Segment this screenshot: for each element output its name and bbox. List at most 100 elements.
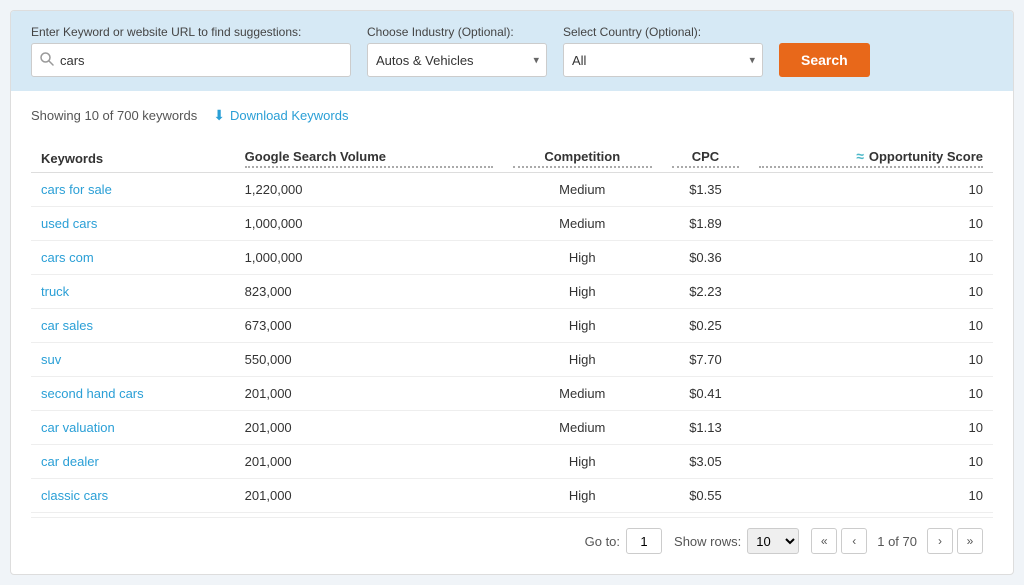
cell-volume: 550,000 xyxy=(235,343,503,377)
show-rows-group: Show rows: 5 10 25 50 100 xyxy=(674,528,799,554)
table-row: suv 550,000 High $7.70 10 xyxy=(31,343,993,377)
prev-page-button[interactable]: ‹ xyxy=(841,528,867,554)
cell-keyword[interactable]: used cars xyxy=(31,207,235,241)
cell-volume: 201,000 xyxy=(235,479,503,513)
col-opportunity-label: Opportunity Score xyxy=(869,149,983,164)
showing-text: Showing 10 of 700 keywords xyxy=(31,108,197,123)
show-rows-select[interactable]: 5 10 25 50 100 xyxy=(747,528,799,554)
cell-competition: High xyxy=(503,445,662,479)
cell-keyword[interactable]: cars for sale xyxy=(31,173,235,207)
cell-opportunity: 10 xyxy=(749,309,993,343)
cell-competition: High xyxy=(503,241,662,275)
show-rows-label: Show rows: xyxy=(674,534,741,549)
pagination-group: « ‹ 1 of 70 › » xyxy=(811,528,983,554)
toolbar: Showing 10 of 700 keywords ⬇ Download Ke… xyxy=(31,107,993,124)
download-label: Download Keywords xyxy=(230,108,349,123)
download-link[interactable]: ⬇ Download Keywords xyxy=(213,107,348,124)
cell-volume: 1,000,000 xyxy=(235,241,503,275)
cell-competition: High xyxy=(503,343,662,377)
cell-opportunity: 10 xyxy=(749,479,993,513)
cell-keyword[interactable]: second hand cars xyxy=(31,377,235,411)
cell-competition: Medium xyxy=(503,411,662,445)
col-competition: Competition xyxy=(503,140,662,173)
cell-volume: 1,000,000 xyxy=(235,207,503,241)
page-info: 1 of 70 xyxy=(871,534,923,549)
search-button[interactable]: Search xyxy=(779,43,870,77)
table-row: cars for sale 1,220,000 Medium $1.35 10 xyxy=(31,173,993,207)
search-icon xyxy=(40,52,54,69)
table-row: car sales 673,000 High $0.25 10 xyxy=(31,309,993,343)
cell-volume: 1,220,000 xyxy=(235,173,503,207)
cell-competition: Medium xyxy=(503,207,662,241)
col-volume: Google Search Volume xyxy=(235,140,503,173)
col-opportunity: ≈ Opportunity Score xyxy=(749,140,993,173)
cell-cpc: $2.23 xyxy=(662,275,749,309)
cell-opportunity: 10 xyxy=(749,445,993,479)
goto-label: Go to: xyxy=(585,534,620,549)
cell-opportunity: 10 xyxy=(749,275,993,309)
table-header-row: Keywords Google Search Volume Competitio… xyxy=(31,140,993,173)
keyword-field-group: Enter Keyword or website URL to find sug… xyxy=(31,25,351,77)
cell-cpc: $0.41 xyxy=(662,377,749,411)
cell-competition: High xyxy=(503,479,662,513)
keyword-input-wrapper xyxy=(31,43,351,77)
col-keywords: Keywords xyxy=(31,140,235,173)
table-row: cars com 1,000,000 High $0.36 10 xyxy=(31,241,993,275)
cell-cpc: $3.05 xyxy=(662,445,749,479)
cell-keyword[interactable]: classic cars xyxy=(31,479,235,513)
country-label: Select Country (Optional): xyxy=(563,25,763,39)
cell-competition: Medium xyxy=(503,377,662,411)
country-select[interactable]: All United States United Kingdom Canada … xyxy=(563,43,763,77)
table-row: used cars 1,000,000 Medium $1.89 10 xyxy=(31,207,993,241)
industry-select[interactable]: All Industries Autos & Vehicles Finance … xyxy=(367,43,547,77)
cell-cpc: $0.25 xyxy=(662,309,749,343)
first-page-button[interactable]: « xyxy=(811,528,837,554)
table-row: car dealer 201,000 High $3.05 10 xyxy=(31,445,993,479)
table-row: second hand cars 201,000 Medium $0.41 10 xyxy=(31,377,993,411)
next-page-button[interactable]: › xyxy=(927,528,953,554)
cell-competition: Medium xyxy=(503,173,662,207)
table-row: truck 823,000 High $2.23 10 xyxy=(31,275,993,309)
keyword-input[interactable] xyxy=(60,53,342,68)
goto-input[interactable] xyxy=(626,528,662,554)
cell-opportunity: 10 xyxy=(749,411,993,445)
cell-volume: 201,000 xyxy=(235,445,503,479)
cell-keyword[interactable]: suv xyxy=(31,343,235,377)
table-row: car valuation 201,000 Medium $1.13 10 xyxy=(31,411,993,445)
cell-opportunity: 10 xyxy=(749,377,993,411)
industry-label: Choose Industry (Optional): xyxy=(367,25,547,39)
cell-volume: 201,000 xyxy=(235,377,503,411)
industry-select-wrapper: All Industries Autos & Vehicles Finance … xyxy=(367,43,547,77)
cell-cpc: $7.70 xyxy=(662,343,749,377)
search-bar: Enter Keyword or website URL to find sug… xyxy=(11,11,1013,91)
cell-cpc: $0.55 xyxy=(662,479,749,513)
cell-keyword[interactable]: cars com xyxy=(31,241,235,275)
main-container: Enter Keyword or website URL to find sug… xyxy=(10,10,1014,575)
cell-opportunity: 10 xyxy=(749,207,993,241)
industry-field-group: Choose Industry (Optional): All Industri… xyxy=(367,25,547,77)
cell-opportunity: 10 xyxy=(749,241,993,275)
cell-keyword[interactable]: car valuation xyxy=(31,411,235,445)
cell-volume: 823,000 xyxy=(235,275,503,309)
cell-cpc: $1.89 xyxy=(662,207,749,241)
cell-cpc: $1.35 xyxy=(662,173,749,207)
cell-volume: 201,000 xyxy=(235,411,503,445)
cell-cpc: $0.36 xyxy=(662,241,749,275)
keyword-label: Enter Keyword or website URL to find sug… xyxy=(31,25,351,39)
keywords-table: Keywords Google Search Volume Competitio… xyxy=(31,140,993,513)
cell-keyword[interactable]: car sales xyxy=(31,309,235,343)
cell-opportunity: 10 xyxy=(749,343,993,377)
opportunity-icon: ≈ xyxy=(856,148,864,164)
table-footer: Go to: Show rows: 5 10 25 50 100 « ‹ 1 o… xyxy=(31,517,993,558)
cell-keyword[interactable]: car dealer xyxy=(31,445,235,479)
country-select-wrapper: All United States United Kingdom Canada … xyxy=(563,43,763,77)
download-icon: ⬇ xyxy=(213,107,225,124)
cell-volume: 673,000 xyxy=(235,309,503,343)
cell-competition: High xyxy=(503,309,662,343)
last-page-button[interactable]: » xyxy=(957,528,983,554)
goto-group: Go to: xyxy=(585,528,662,554)
cell-opportunity: 10 xyxy=(749,173,993,207)
country-field-group: Select Country (Optional): All United St… xyxy=(563,25,763,77)
cell-keyword[interactable]: truck xyxy=(31,275,235,309)
col-cpc: CPC xyxy=(662,140,749,173)
